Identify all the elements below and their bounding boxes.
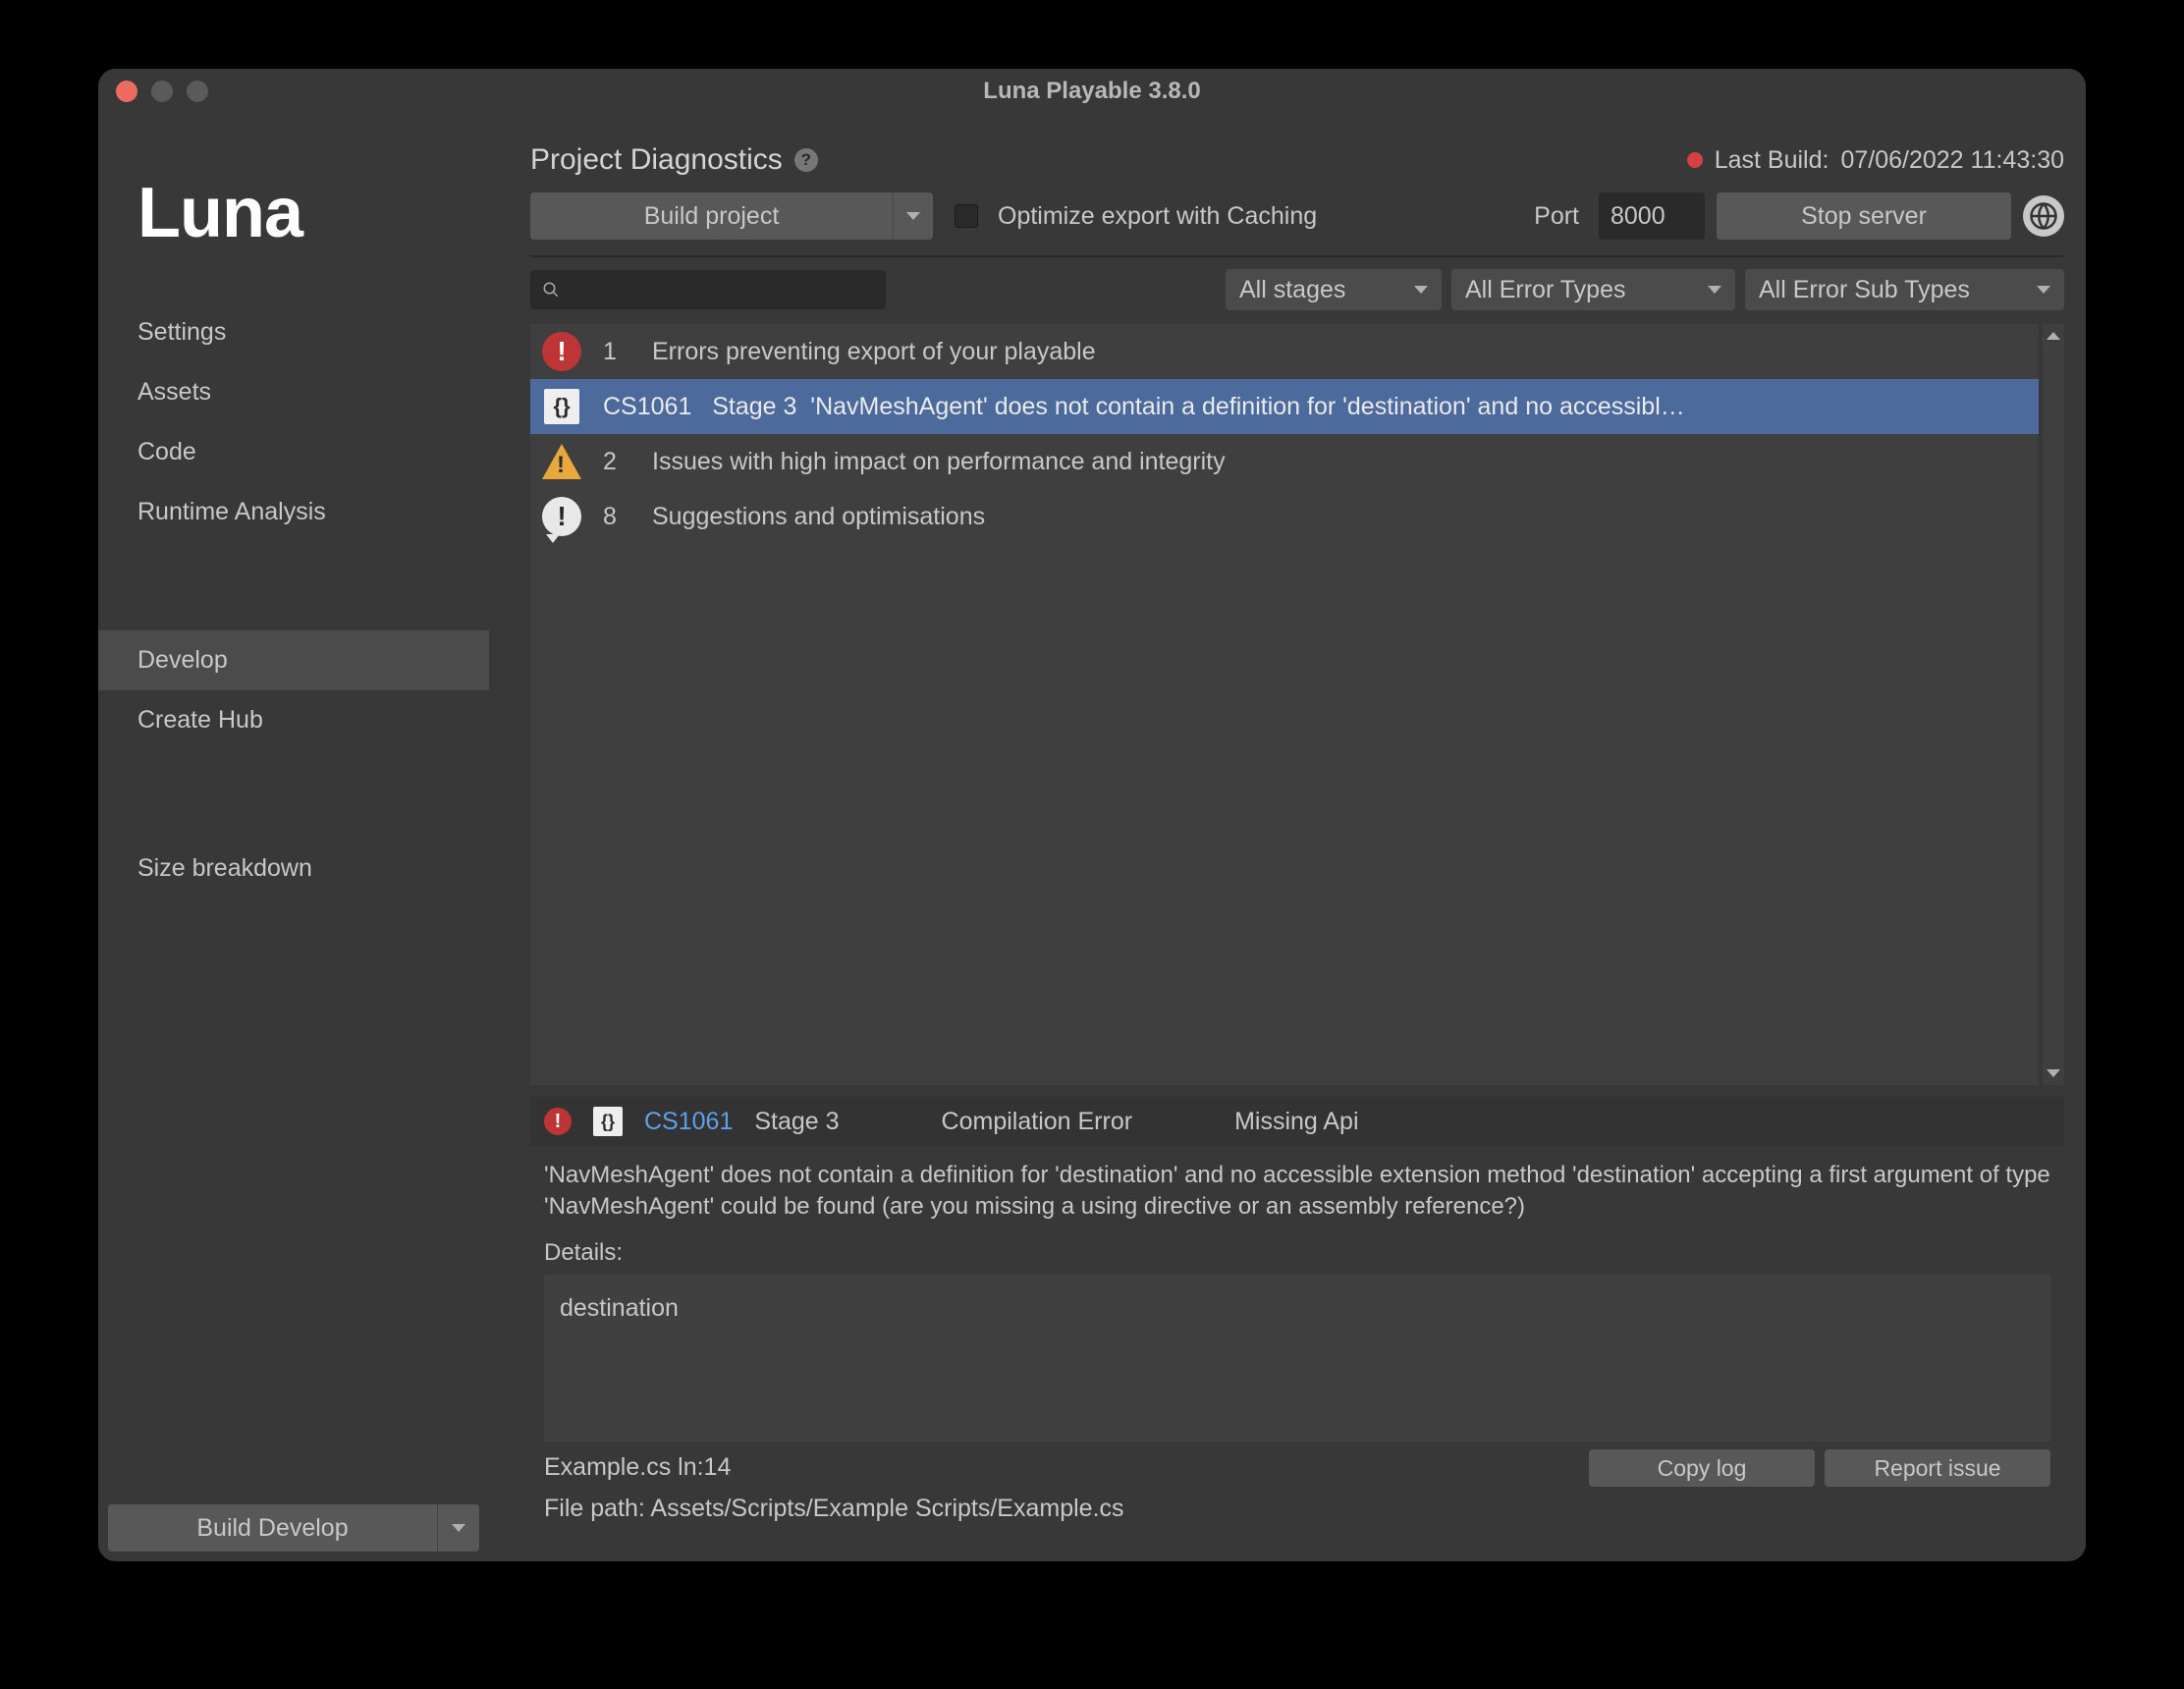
scroll-down-icon[interactable] <box>2043 1062 2064 1085</box>
error-icon: ! <box>542 332 581 371</box>
file-ref: Example.cs ln:14 <box>544 1451 731 1485</box>
filter-error-types[interactable]: All Error Types <box>1451 269 1735 310</box>
window-title: Luna Playable 3.8.0 <box>98 78 2086 105</box>
file-path: File path: Assets/Scripts/Example Script… <box>544 1493 2050 1526</box>
stop-server-button[interactable]: Stop server <box>1717 192 2011 240</box>
titlebar: Luna Playable 3.8.0 <box>98 69 2086 114</box>
build-develop-button[interactable]: Build Develop <box>108 1504 479 1552</box>
code-icon: {} <box>544 389 579 424</box>
sidebar-item-size-breakdown[interactable]: Size breakdown <box>98 839 489 899</box>
search-input[interactable] <box>530 270 886 309</box>
detail-panel: ! {} CS1061 Stage 3 Compilation Error Mi… <box>530 1097 2064 1544</box>
status-dot-icon <box>1687 152 1703 168</box>
issue-group-errors[interactable]: ! 1 Errors preventing export of your pla… <box>530 324 2039 379</box>
info-icon: ! <box>542 497 581 536</box>
app-window: Luna Playable 3.8.0 Luna Settings Assets… <box>98 69 2086 1561</box>
sidebar: Luna Settings Assets Code Runtime Analys… <box>98 114 489 1561</box>
chevron-down-icon <box>1708 286 1721 294</box>
logo: Luna <box>98 143 489 302</box>
last-build: Last Build: 07/06/2022 11:43:30 <box>1687 146 2064 175</box>
detail-body: 'NavMeshAgent' does not contain a defini… <box>530 1146 2064 1544</box>
sidebar-item-assets[interactable]: Assets <box>98 362 489 422</box>
optimize-label: Optimize export with Caching <box>998 202 1317 231</box>
build-project-button[interactable]: Build project <box>530 192 933 240</box>
page-title: Project Diagnostics ? <box>530 143 818 177</box>
close-icon[interactable] <box>116 81 137 102</box>
sidebar-item-settings[interactable]: Settings <box>98 302 489 362</box>
copy-log-button[interactable]: Copy log <box>1589 1449 1815 1487</box>
details-box: destination <box>544 1275 2050 1442</box>
filter-row: All stages All Error Types All Error Sub… <box>489 269 2076 320</box>
filter-error-sub-types[interactable]: All Error Sub Types <box>1745 269 2064 310</box>
warning-icon: ! <box>542 444 581 479</box>
toolbar: Build project Optimize export with Cachi… <box>489 192 2076 240</box>
optimize-checkbox[interactable] <box>955 204 978 228</box>
sidebar-nav: Settings Assets Code Runtime Analysis De… <box>98 302 489 899</box>
error-message: 'NavMeshAgent' does not contain a defini… <box>544 1162 2050 1220</box>
main-panel: Project Diagnostics ? Last Build: 07/06/… <box>489 114 2086 1561</box>
issue-row[interactable]: {} CS1061 Stage 3 'NavMeshAgent' does no… <box>530 379 2039 434</box>
error-code-link[interactable]: CS1061 <box>644 1108 733 1136</box>
issue-group-info[interactable]: ! 8 Suggestions and optimisations <box>530 489 2039 544</box>
issue-group-warnings[interactable]: ! 2 Issues with high impact on performan… <box>530 434 2039 489</box>
scrollbar[interactable] <box>2043 324 2064 1085</box>
details-label: Details: <box>544 1237 2050 1269</box>
chevron-down-icon <box>2037 286 2050 294</box>
chevron-down-icon <box>906 212 920 220</box>
report-issue-button[interactable]: Report issue <box>1825 1449 2050 1487</box>
chevron-down-icon <box>452 1524 465 1532</box>
sidebar-item-runtime-analysis[interactable]: Runtime Analysis <box>98 482 489 542</box>
sidebar-item-create-hub[interactable]: Create Hub <box>98 690 489 750</box>
detail-header: ! {} CS1061 Stage 3 Compilation Error Mi… <box>530 1097 2064 1146</box>
globe-icon[interactable] <box>2023 195 2064 237</box>
error-icon: ! <box>544 1108 572 1135</box>
help-icon[interactable]: ? <box>794 148 818 172</box>
sidebar-item-develop[interactable]: Develop <box>98 630 489 690</box>
code-icon: {} <box>593 1107 623 1136</box>
filter-stages[interactable]: All stages <box>1226 269 1442 310</box>
issues-list: ! 1 Errors preventing export of your pla… <box>530 324 2039 1085</box>
port-input[interactable] <box>1599 192 1705 240</box>
zoom-icon[interactable] <box>187 81 208 102</box>
build-project-dropdown[interactable] <box>894 192 933 240</box>
build-develop-dropdown[interactable] <box>438 1504 479 1552</box>
traffic-lights <box>116 81 208 102</box>
minimize-icon[interactable] <box>151 81 173 102</box>
search-icon <box>542 281 560 299</box>
port-label: Port <box>1534 202 1579 231</box>
chevron-down-icon <box>1414 286 1428 294</box>
build-develop-label[interactable]: Build Develop <box>108 1504 438 1552</box>
scroll-up-icon[interactable] <box>2043 324 2064 348</box>
sidebar-item-code[interactable]: Code <box>98 422 489 482</box>
